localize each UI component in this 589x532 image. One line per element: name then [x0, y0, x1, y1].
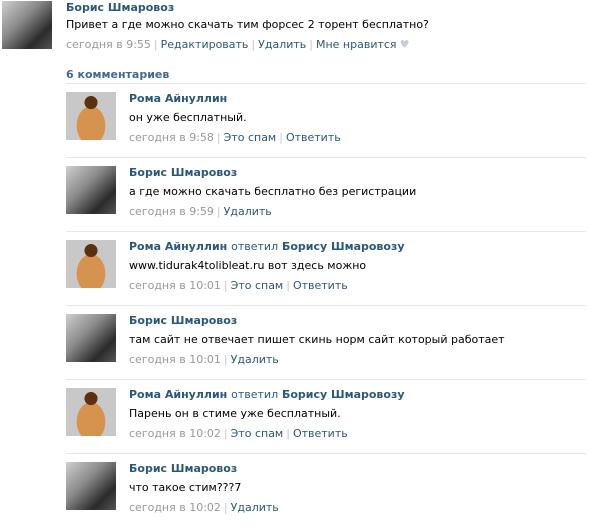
comment-time[interactable]: сегодня в 9:59 [129, 205, 214, 218]
comment-author[interactable]: Рома Айнуллин [129, 388, 227, 401]
reply-target[interactable]: Борису Шмаровозу [282, 388, 405, 401]
reply-target[interactable]: Борису Шмаровозу [282, 240, 405, 253]
comment-text: он уже бесплатный. [129, 111, 247, 124]
comment: Борис Шмаровоз там сайт не отвечает пише… [66, 311, 586, 384]
comment: Рома Айнуллин ответил Борису Шмаровозу П… [66, 385, 586, 458]
comment-text: а где можно скачать бесплатно без регист… [129, 185, 417, 198]
separator: | [223, 353, 228, 366]
avatar[interactable] [66, 166, 116, 214]
comment-time[interactable]: сегодня в 10:01 [129, 353, 221, 366]
like-link[interactable]: Мне нравится [316, 38, 397, 51]
comment-author-line: Рома Айнуллин ответил Борису Шмаровозу [129, 240, 405, 253]
reply-link[interactable]: Ответить [293, 279, 348, 292]
comment-author-line: Рома Айнуллин [129, 92, 227, 105]
comment-author-line: Рома Айнуллин ответил Борису Шмаровозу [129, 388, 405, 401]
avatar[interactable] [66, 240, 116, 288]
edit-link[interactable]: Редактировать [161, 38, 249, 51]
comment-text: что такое стим???7 [129, 481, 242, 494]
post-time[interactable]: сегодня в 9:55 [66, 38, 151, 51]
comments-count[interactable]: 6 комментариев [66, 68, 169, 81]
comment-author-line: Борис Шмаровоз [129, 166, 237, 179]
comment-author[interactable]: Борис Шмаровоз [129, 314, 237, 327]
comment-meta: сегодня в 10:02 | Удалить [129, 501, 279, 514]
divider [66, 157, 586, 158]
comment-meta: сегодня в 10:01 | Удалить [129, 353, 279, 366]
separator: | [223, 279, 228, 292]
comment: Рома Айнуллин ответил Борису Шмаровозу w… [66, 237, 586, 310]
separator: | [223, 501, 228, 514]
comment-text: www.tidurak4tolibleat.ru вот здесь можно [129, 259, 367, 272]
avatar[interactable] [66, 314, 116, 362]
comment-author-line: Борис Шмаровоз [129, 314, 237, 327]
spam-link[interactable]: Это спам [224, 131, 277, 144]
wall-post: Борис Шмаровоз Привет а где можно скачат… [0, 0, 589, 60]
delete-link[interactable]: Удалить [224, 205, 272, 218]
comment-meta: сегодня в 10:02 | Это спам | Ответить [129, 427, 348, 440]
comment-meta: сегодня в 9:58 | Это спам | Ответить [129, 131, 341, 144]
comment-author[interactable]: Борис Шмаровоз [129, 462, 237, 475]
separator: | [251, 38, 256, 51]
comment-author-line: Борис Шмаровоз [129, 462, 237, 475]
reply-link[interactable]: Ответить [286, 131, 341, 144]
replied-label: ответил [231, 240, 279, 253]
comment-author[interactable]: Рома Айнуллин [129, 92, 227, 105]
heart-icon[interactable]: ♥ [400, 38, 410, 51]
post-meta: сегодня в 9:55 | Редактировать | Удалить | Мне… [66, 38, 409, 51]
comment-time[interactable]: сегодня в 9:58 [129, 131, 214, 144]
delete-link[interactable]: Удалить [231, 353, 279, 366]
comment-text: там сайт не отвечает пишет скинь норм са… [129, 333, 505, 346]
comment-time[interactable]: сегодня в 10:02 [129, 427, 221, 440]
avatar[interactable] [66, 388, 116, 436]
avatar[interactable] [66, 462, 116, 510]
divider [66, 305, 586, 306]
divider [66, 231, 586, 232]
separator: | [286, 427, 290, 440]
spam-link[interactable]: Это спам [231, 279, 284, 292]
comment-text: Парень он в стиме уже бесплатный. [129, 407, 341, 420]
comment-author[interactable]: Рома Айнуллин [129, 240, 227, 253]
separator: | [223, 427, 228, 440]
comment-meta: сегодня в 10:01 | Это спам | Ответить [129, 279, 348, 292]
comment-meta: сегодня в 9:59 | Удалить [129, 205, 272, 218]
replied-label: ответил [231, 388, 279, 401]
post-author[interactable]: Борис Шмаровоз [66, 1, 174, 14]
delete-link[interactable]: Удалить [231, 501, 279, 514]
avatar[interactable] [2, 1, 52, 49]
separator: | [216, 205, 221, 218]
comment-time[interactable]: сегодня в 10:02 [129, 501, 221, 514]
separator: | [153, 38, 158, 51]
delete-link[interactable]: Удалить [258, 38, 306, 51]
divider [66, 453, 586, 454]
comment: Борис Шмаровоз а где можно скачать беспл… [66, 163, 586, 236]
divider [66, 379, 586, 380]
separator: | [309, 38, 313, 51]
separator: | [216, 131, 221, 144]
avatar[interactable] [66, 92, 116, 140]
comment-author[interactable]: Борис Шмаровоз [129, 166, 237, 179]
divider [66, 83, 586, 84]
separator: | [279, 131, 283, 144]
post-text: Привет а где можно скачать тим форсес 2 … [66, 18, 429, 31]
reply-link[interactable]: Ответить [293, 427, 348, 440]
spam-link[interactable]: Это спам [231, 427, 284, 440]
separator: | [286, 279, 290, 292]
comment-time[interactable]: сегодня в 10:01 [129, 279, 221, 292]
comment: Борис Шмаровоз что такое стим???7 сегодн… [66, 459, 586, 532]
comment: Рома Айнуллин он уже бесплатный. сегодня… [66, 89, 586, 162]
